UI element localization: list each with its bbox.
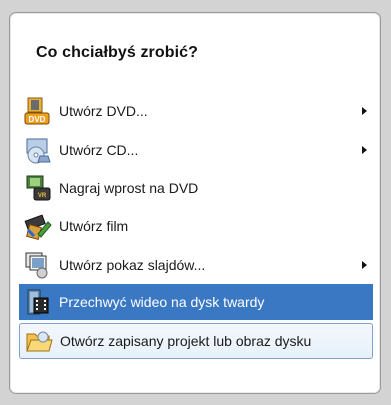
- menu-item-open-project[interactable]: Otwórz zapisany projekt lub obraz dysku: [19, 323, 373, 359]
- dvd-create-icon: DVD: [23, 96, 53, 126]
- submenu-arrow-icon: [362, 261, 367, 269]
- menu-item-label: Utwórz pokaz slajdów...: [59, 257, 206, 273]
- menu-item-create-slideshow[interactable]: Utwórz pokaz slajdów...: [19, 247, 373, 283]
- svg-text:DVD: DVD: [29, 115, 46, 124]
- menu-item-label: Przechwyć wideo na dysk twardy: [59, 294, 265, 310]
- menu-item-label: Utwórz CD...: [59, 142, 139, 158]
- cd-create-icon: [23, 135, 53, 165]
- menu-heading: Co chciałbyś zrobić?: [36, 44, 199, 61]
- slideshow-icon: [23, 250, 53, 280]
- menu-item-create-cd[interactable]: Utwórz CD...: [19, 132, 373, 168]
- film-create-icon: [23, 211, 53, 241]
- menu-item-create-film[interactable]: Utwórz film: [19, 208, 373, 244]
- record-to-dvd-icon: VR: [23, 173, 53, 203]
- menu-item-capture-video[interactable]: Przechwyć wideo na dysk twardy: [19, 284, 373, 320]
- svg-text:VR: VR: [38, 193, 47, 199]
- menu-item-record-to-dvd[interactable]: VR Nagraj wprost na DVD: [19, 170, 373, 206]
- task-menu-panel: Co chciałbyś zrobić? DVD Utwórz DVD... U…: [9, 12, 381, 394]
- menu-item-create-dvd[interactable]: DVD Utwórz DVD...: [19, 93, 373, 129]
- menu-item-label: Otwórz zapisany projekt lub obraz dysku: [60, 333, 312, 349]
- submenu-arrow-icon: [362, 146, 367, 154]
- capture-video-icon: [23, 287, 53, 317]
- menu-item-label: Utwórz DVD...: [59, 103, 148, 119]
- menu-item-label: Utwórz film: [59, 218, 129, 234]
- open-folder-icon: [24, 326, 54, 356]
- submenu-arrow-icon: [362, 107, 367, 115]
- menu-item-label: Nagraj wprost na DVD: [59, 180, 199, 196]
